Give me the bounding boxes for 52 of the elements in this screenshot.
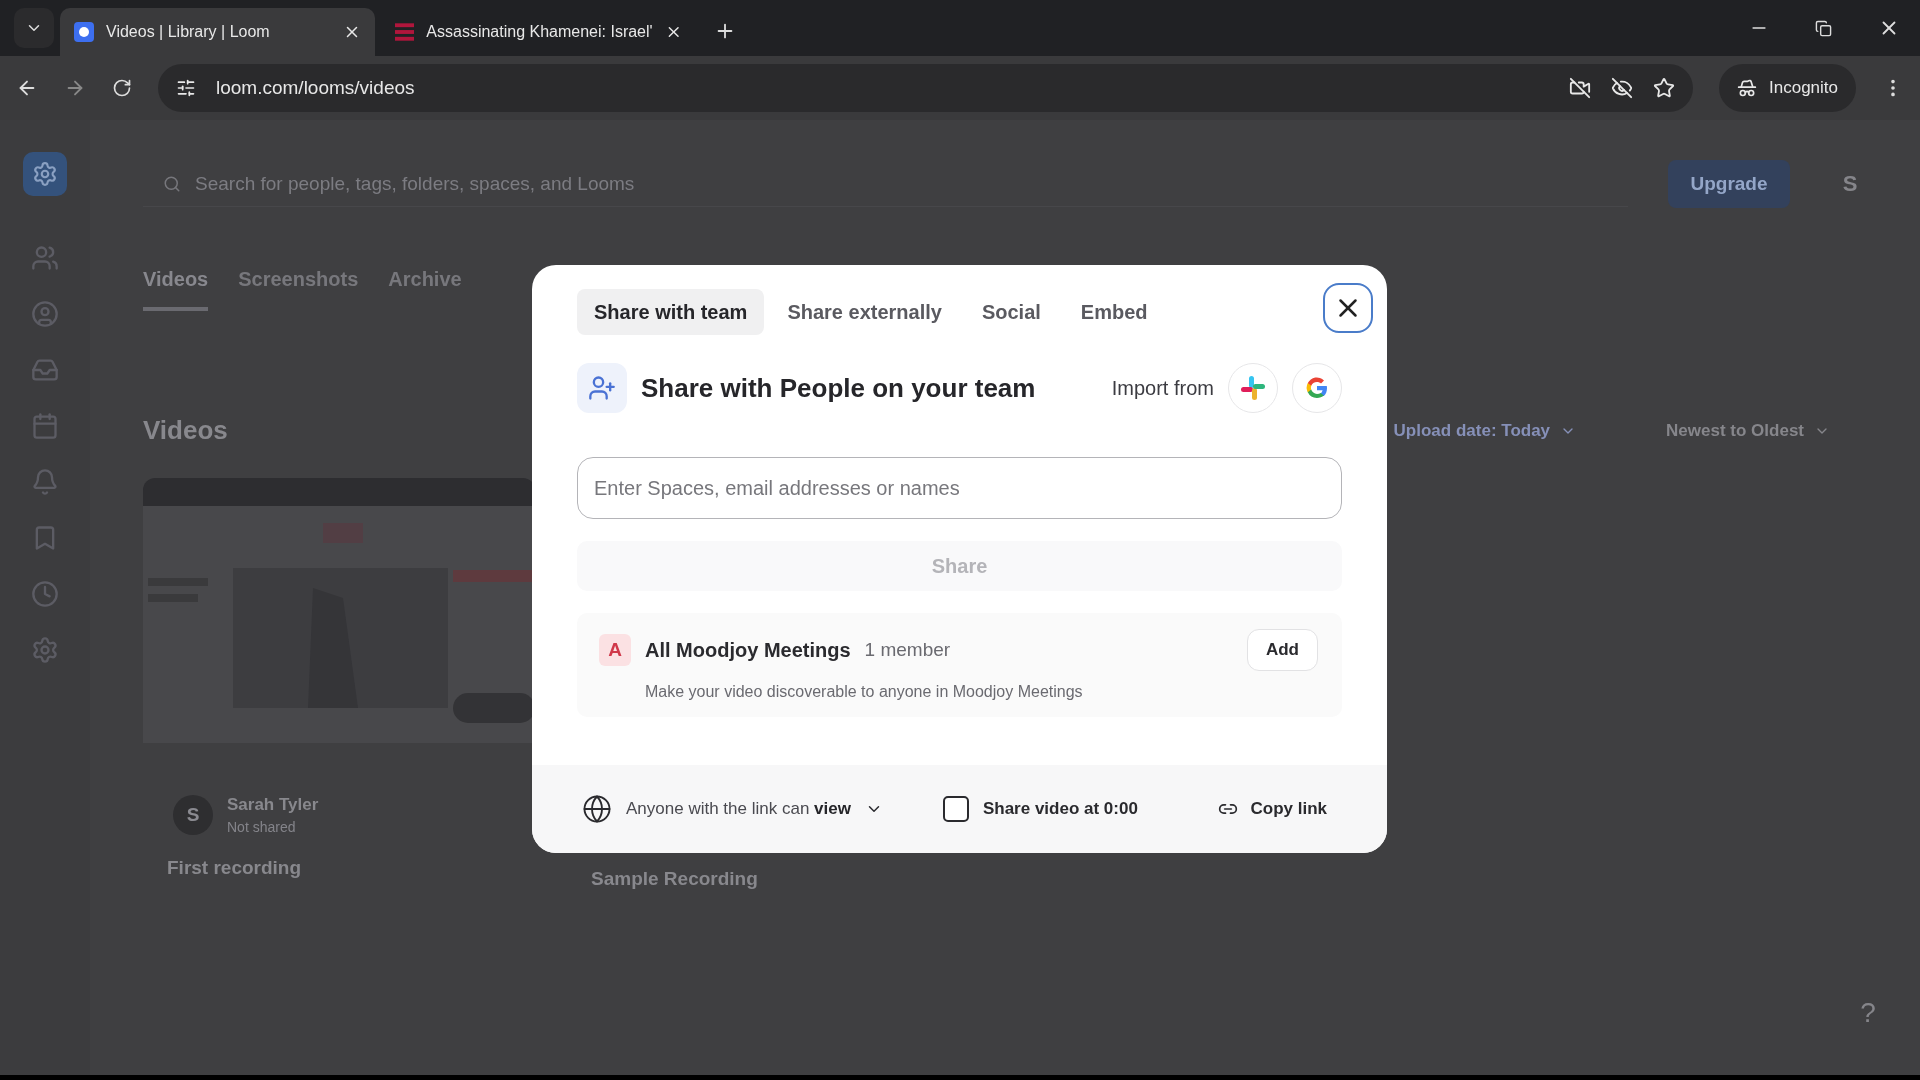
address-bar[interactable]: loom.com/looms/videos [158, 64, 1693, 112]
reload-icon[interactable] [112, 78, 132, 98]
sort-dropdown[interactable]: Upload date: Today [1393, 420, 1577, 441]
globe-icon [582, 794, 612, 824]
upgrade-button[interactable]: Upgrade [1668, 160, 1790, 208]
browser-tab[interactable]: Videos | Library | Loom [60, 8, 375, 56]
favicon-icon [395, 22, 415, 42]
search-icon [163, 174, 181, 193]
dialog-tab[interactable]: Social [964, 289, 1058, 335]
checkbox[interactable] [942, 796, 969, 822]
close-button[interactable] [1323, 283, 1373, 333]
page-tab[interactable]: Screenshots [238, 268, 359, 311]
video-title[interactable]: First recording [143, 857, 535, 879]
slack-button[interactable] [1228, 363, 1278, 413]
team-name: All Moodjoy Meetings [645, 638, 851, 662]
favicon-icon [74, 22, 94, 42]
copy-link-button[interactable]: Copy link [1218, 799, 1327, 819]
incognito-icon [1737, 78, 1757, 98]
google-button[interactable] [1292, 363, 1342, 413]
dialog-heading: Share with People on your team [641, 372, 1037, 404]
invite-input-field[interactable]: Enter Spaces, email addresses or names [577, 457, 1342, 519]
search-field[interactable]: Search for people, tags, folders, spaces, and Looms [193, 171, 1628, 196]
add-user-icon [577, 363, 627, 413]
dialog-tab[interactable]: Share externally [770, 289, 959, 335]
avatar[interactable]: S [1830, 171, 1870, 197]
page-tab[interactable]: Videos [143, 268, 209, 311]
page-tab[interactable]: Archive [388, 268, 462, 311]
camera-off-icon[interactable] [1569, 77, 1591, 99]
share-status[interactable]: Not shared [227, 819, 319, 835]
slack-icon [1239, 374, 1267, 402]
checkbox-label: Share video at 0:00 [982, 799, 1138, 819]
site-settings-icon[interactable] [176, 78, 196, 98]
section-heading: Videos [143, 415, 229, 446]
help-button[interactable]: ? [1846, 991, 1890, 1035]
import-label: Import from [1111, 376, 1214, 400]
sort-dropdown[interactable]: Newest to Oldest [1666, 420, 1830, 441]
video-title[interactable]: Sample Recording [567, 868, 959, 890]
incognito-button[interactable]: Incognito [1719, 64, 1856, 112]
owner-avatar: S [173, 795, 213, 835]
add-button[interactable]: Add [1246, 629, 1318, 671]
logo-icon[interactable] [23, 152, 67, 196]
team-description: Make your video discoverable to anyone in Moodjoy Meetings [644, 683, 1084, 701]
dialog-tab[interactable]: Embed [1063, 289, 1165, 335]
browser-tab[interactable]: Assassinating Khamenei: Israel' [381, 8, 696, 56]
access-dropdown[interactable]: Anyone with the link can view [582, 794, 883, 824]
team-avatar: A [599, 634, 631, 666]
owner-name: Sarah Tyler [227, 795, 319, 815]
dialog-tab[interactable]: Share with team [577, 289, 765, 335]
eye-off-icon[interactable] [1611, 77, 1633, 99]
restore-icon[interactable] [1815, 19, 1832, 37]
member-count: 1 member [864, 639, 952, 661]
star-icon[interactable] [1653, 77, 1675, 99]
